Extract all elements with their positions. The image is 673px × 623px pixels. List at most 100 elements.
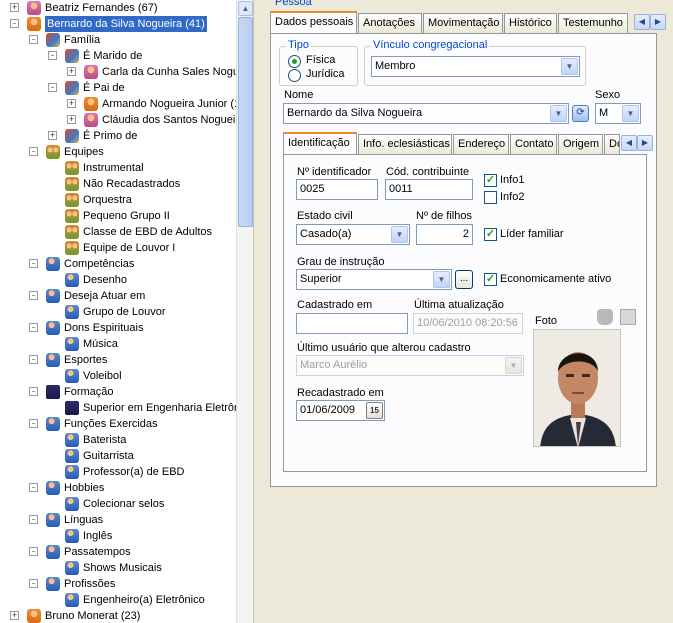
pane-splitter[interactable] (253, 0, 262, 623)
subtab-more[interactable]: Do (604, 134, 620, 154)
tree-node[interactable]: Desenho (0, 272, 236, 288)
tree-node[interactable]: Professor(a) de EBD (0, 464, 236, 480)
econ-checkbox[interactable]: ✓ (484, 273, 497, 286)
collapse-icon[interactable]: - (29, 323, 38, 332)
clear-photo-icon[interactable] (620, 309, 636, 325)
expand-icon[interactable]: + (10, 611, 19, 620)
expand-icon[interactable]: + (67, 67, 76, 76)
radio-juridica[interactable] (288, 69, 301, 82)
tree-node[interactable]: - É Pai de (0, 80, 236, 96)
chevron-down-icon[interactable]: ▼ (622, 105, 639, 122)
expand-icon[interactable]: + (48, 131, 57, 140)
tree-node[interactable]: + Bruno Monerat (23) (0, 608, 236, 623)
tree-node[interactable]: + É Primo de (0, 128, 236, 144)
subtab-info-eclesiasticas[interactable]: Info. eclesiásticas (358, 134, 452, 154)
collapse-icon[interactable]: - (10, 19, 19, 28)
collapse-icon[interactable]: - (29, 515, 38, 524)
scroll-up-icon[interactable]: ▲ (238, 1, 253, 16)
tab-prev-icon[interactable]: ◀ (634, 14, 650, 30)
sexo-select[interactable]: M ▼ (595, 103, 641, 124)
tab-movimentacao[interactable]: Movimentação (423, 13, 503, 33)
tree-node[interactable]: + Armando Nogueira Junior (1 (0, 96, 240, 112)
tree-node[interactable]: + Carla da Cunha Sales Nogue (0, 64, 245, 80)
tree-node[interactable]: Equipe de Louvor I (0, 240, 236, 256)
recad-field[interactable]: 01/06/2009 15 (296, 400, 385, 421)
radio-fisica[interactable] (288, 55, 301, 68)
tree-node[interactable]: Voleibol (0, 368, 236, 384)
collapse-icon[interactable]: - (29, 259, 38, 268)
cod-contrib-field[interactable]: 0011 (385, 179, 473, 200)
tree-node[interactable]: - Equipes (0, 144, 236, 160)
tab-next-icon[interactable]: ▶ (650, 14, 666, 30)
collapse-icon[interactable]: - (48, 51, 57, 60)
subtab-prev-icon[interactable]: ◀ (621, 135, 637, 151)
chevron-down-icon[interactable]: ▼ (433, 271, 450, 288)
subtab-origem[interactable]: Origem (558, 134, 603, 154)
tree-node[interactable]: - Família (0, 32, 236, 48)
tree-scrollbar[interactable]: ▲ (236, 0, 253, 623)
collapse-icon[interactable]: - (29, 147, 38, 156)
tree-node[interactable]: Pequeno Grupo II (0, 208, 236, 224)
tree-node[interactable]: Grupo de Louvor (0, 304, 236, 320)
tree-node[interactable]: Música (0, 336, 236, 352)
tree-node[interactable]: - Esportes (0, 352, 236, 368)
nome-select[interactable]: Bernardo da Silva Nogueira ▼ (283, 103, 569, 124)
tree-node[interactable]: Inglês (0, 528, 236, 544)
expand-icon[interactable]: + (67, 99, 76, 108)
chevron-down-icon[interactable]: ▼ (561, 58, 578, 75)
tree-node[interactable]: Superior em Engenharia Eletrôni (0, 400, 243, 416)
info1-checkbox[interactable]: ✓ (484, 174, 497, 187)
tree-node[interactable]: Baterista (0, 432, 236, 448)
info2-checkbox[interactable] (484, 191, 497, 204)
collapse-icon[interactable]: - (48, 83, 57, 92)
grau-browse-button[interactable]: ... (455, 270, 473, 289)
tree-node[interactable]: Não Recadastrados (0, 176, 236, 192)
tree-node[interactable]: - Profissões (0, 576, 236, 592)
num-id-field[interactable]: 0025 (296, 179, 378, 200)
tree-node[interactable]: + Cláudia dos Santos Nogueir (0, 112, 239, 128)
tree-node[interactable]: Classe de EBD de Adultos (0, 224, 236, 240)
estado-civil-select[interactable]: Casado(a) ▼ (296, 224, 410, 245)
tree-node[interactable]: - Línguas (0, 512, 236, 528)
hand-icon[interactable] (597, 309, 613, 325)
tab-anotacoes[interactable]: Anotações (358, 13, 422, 33)
tree-node[interactable]: Colecionar selos (0, 496, 236, 512)
subtab-contato[interactable]: Contato (510, 134, 557, 154)
collapse-icon[interactable]: - (29, 547, 38, 556)
tree-node[interactable]: Instrumental (0, 160, 236, 176)
scroll-thumb[interactable] (238, 17, 253, 227)
tree-node[interactable]: - Bernardo da Silva Nogueira (41) (0, 16, 236, 32)
tree-node[interactable]: - Formação (0, 384, 236, 400)
tree-node[interactable]: - Deseja Atuar em (0, 288, 236, 304)
tab-testemunho[interactable]: Testemunho (558, 13, 628, 33)
tree-node[interactable]: Engenheiro(a) Eletrônico (0, 592, 236, 608)
subtab-endereco[interactable]: Endereço (453, 134, 509, 154)
num-filhos-field[interactable]: 2 (416, 224, 473, 245)
collapse-icon[interactable]: - (29, 35, 38, 44)
expand-icon[interactable]: + (10, 3, 19, 12)
tree-node[interactable]: Guitarrista (0, 448, 236, 464)
collapse-icon[interactable]: - (29, 291, 38, 300)
tree-node[interactable]: - Passatempos (0, 544, 236, 560)
tree-node[interactable]: + Beatriz Fernandes (67) (0, 0, 236, 16)
subtab-identificacao[interactable]: Identificação (283, 132, 357, 154)
tree-node[interactable]: - Funções Exercidas (0, 416, 236, 432)
refresh-icon[interactable]: ⟳ (572, 105, 589, 122)
chevron-down-icon[interactable]: ▼ (391, 226, 408, 243)
subtab-next-icon[interactable]: ▶ (637, 135, 653, 151)
calendar-icon[interactable]: 15 (366, 402, 383, 419)
tree-node[interactable]: - Dons Espirituais (0, 320, 236, 336)
cadastrado-field[interactable] (296, 313, 408, 334)
lider-checkbox[interactable]: ✓ (484, 228, 497, 241)
tab-dados-pessoais[interactable]: Dados pessoais (270, 11, 357, 33)
tree-node[interactable]: Orquestra (0, 192, 236, 208)
collapse-icon[interactable]: - (29, 579, 38, 588)
chevron-down-icon[interactable]: ▼ (550, 105, 567, 122)
tree-node[interactable]: - Competências (0, 256, 236, 272)
vinculo-select[interactable]: Membro ▼ (371, 56, 580, 77)
tree-view[interactable]: + Beatriz Fernandes (67) - Bernardo da Silv… (0, 0, 253, 623)
tree-node[interactable]: - É Marido de (0, 48, 236, 64)
tree-node[interactable]: Shows Musicais (0, 560, 236, 576)
collapse-icon[interactable]: - (29, 387, 38, 396)
collapse-icon[interactable]: - (29, 419, 38, 428)
